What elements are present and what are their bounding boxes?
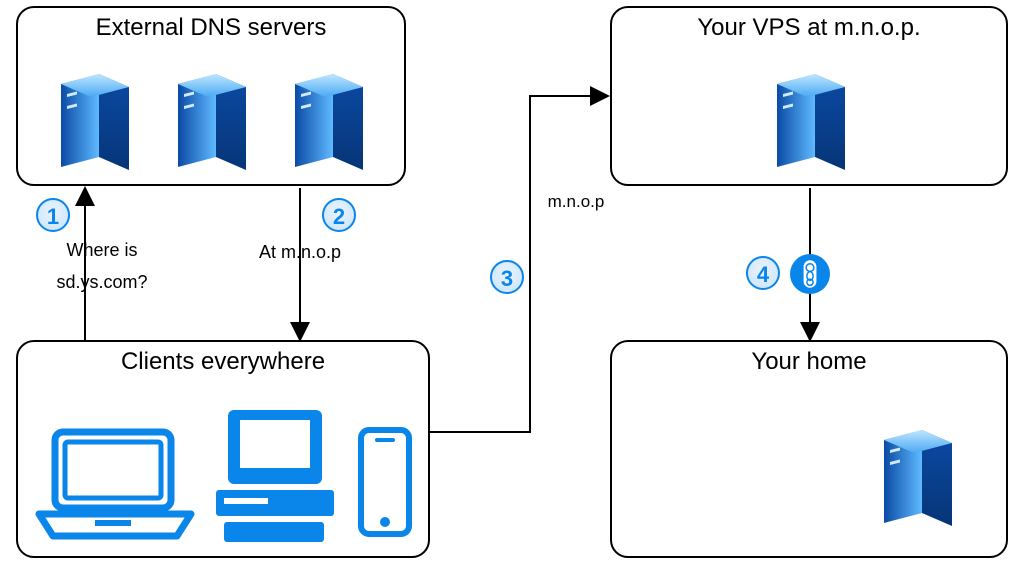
step-badge-4: 4 <box>746 256 780 290</box>
step-badge-3: 3 <box>490 260 524 294</box>
server-icon <box>767 54 857 172</box>
label-route3: m.n.o.p <box>536 192 616 212</box>
server-icon <box>51 54 141 172</box>
box-title-clients: Clients everywhere <box>18 348 428 376</box>
label-query-2: sd.ys.com? <box>42 272 162 293</box>
diagram-canvas: External DNS servers Your VPS at m.n.o.p… <box>0 0 1024 571</box>
label-answer: At m.n.o.p <box>240 242 360 263</box>
box-vps: Your VPS at m.n.o.p. <box>610 6 1008 186</box>
laptop-icon <box>35 424 195 544</box>
box-title-home: Your home <box>612 348 1006 376</box>
server-icon <box>168 54 258 172</box>
box-clients: Clients everywhere <box>16 340 430 558</box>
step-badge-2: 2 <box>322 198 356 232</box>
phone-icon <box>355 424 415 544</box>
box-title-vps: Your VPS at m.n.o.p. <box>612 14 1006 42</box>
server-icon <box>285 54 375 172</box>
desktop-icon <box>210 404 340 544</box>
server-icon <box>874 410 969 540</box>
box-external-dns: External DNS servers <box>16 6 406 186</box>
box-title-dns: External DNS servers <box>18 14 404 42</box>
wireguard-icon <box>790 254 830 294</box>
step-badge-1: 1 <box>36 198 70 232</box>
label-query-1: Where is <box>52 240 152 261</box>
box-home: Your home <box>610 340 1008 558</box>
